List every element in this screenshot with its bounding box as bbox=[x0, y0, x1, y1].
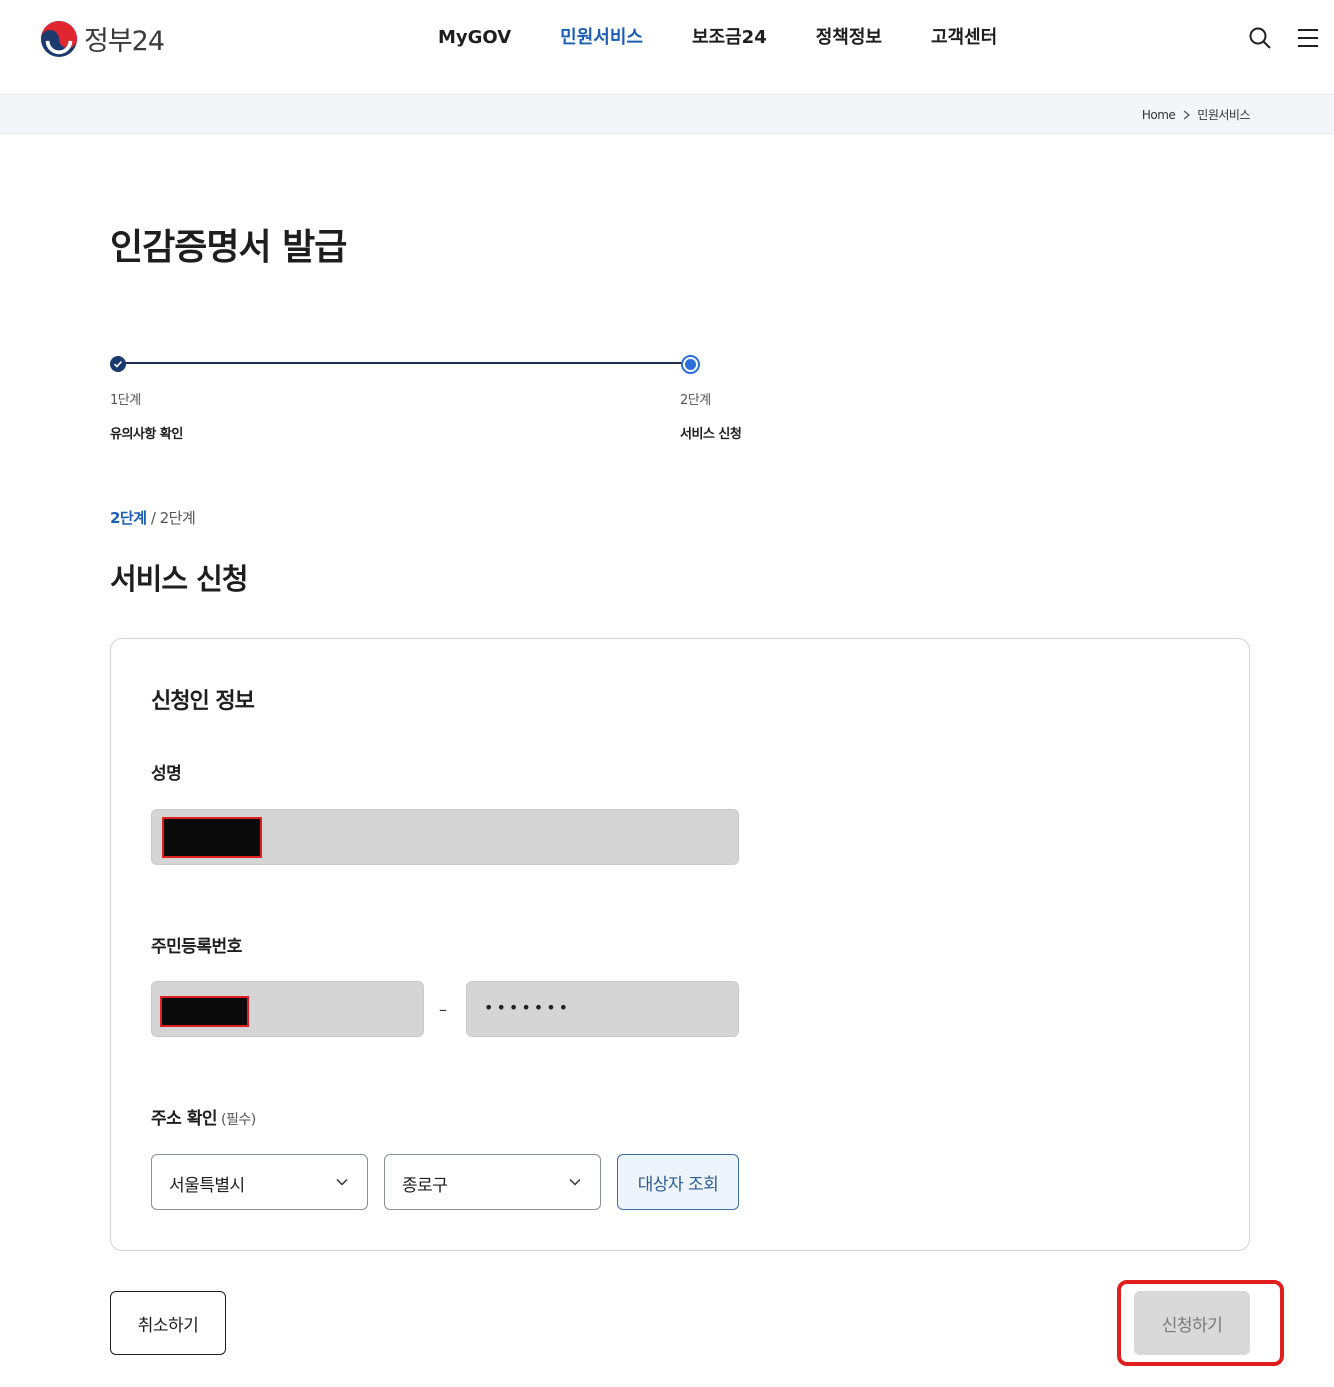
logo-text: 정부24 bbox=[84, 26, 165, 57]
stepper-line bbox=[118, 362, 690, 364]
page-title: 인감증명서 발급 bbox=[110, 227, 347, 268]
card-title: 신청인 정보 bbox=[151, 689, 255, 714]
step-1-check-icon bbox=[110, 356, 126, 372]
breadcrumb-current[interactable]: 민원서비스 bbox=[1197, 106, 1250, 123]
chevron-down-icon bbox=[336, 1178, 348, 1186]
nav-item-subsidy[interactable]: 보조금24 bbox=[692, 26, 767, 50]
address-label: 주소 확인 (필수) bbox=[151, 1104, 256, 1129]
address-label-text: 주소 확인 bbox=[151, 1109, 217, 1129]
breadcrumb-bar: Home 민원서비스 bbox=[0, 94, 1334, 134]
step-indicator-current: 2단계 bbox=[110, 509, 147, 527]
lookup-target-button[interactable]: 대상자 조회 bbox=[617, 1154, 739, 1210]
logo[interactable]: 정부24 bbox=[40, 19, 165, 58]
required-marker: (필수) bbox=[220, 1112, 256, 1128]
search-icon[interactable] bbox=[1248, 26, 1272, 50]
breadcrumb: Home 민원서비스 bbox=[1142, 106, 1251, 123]
site-header: 정부24 MyGOV 민원서비스 보조금24 정책정보 고객센터 bbox=[0, 0, 1334, 94]
step-1-name: 유의사항 확인 bbox=[110, 427, 183, 442]
breadcrumb-home[interactable]: Home bbox=[1142, 108, 1176, 122]
step-2-current-icon bbox=[681, 355, 700, 374]
city-select[interactable]: 서울특별시 bbox=[151, 1154, 368, 1210]
rrn-label: 주민등록번호 bbox=[151, 937, 242, 957]
nav-item-civil-service[interactable]: 민원서비스 bbox=[560, 26, 643, 50]
rrn-dash: – bbox=[439, 1000, 447, 1019]
step-2-number: 2단계 bbox=[680, 393, 711, 408]
city-select-value: 서울특별시 bbox=[169, 1176, 245, 1196]
chevron-down-icon bbox=[569, 1178, 581, 1186]
nav-item-mygov[interactable]: MyGOV bbox=[438, 26, 511, 50]
district-select-value: 종로구 bbox=[402, 1176, 448, 1196]
rrn-back-masked-value: ••••••• bbox=[484, 998, 572, 1017]
step-1-number: 1단계 bbox=[110, 393, 141, 408]
redacted-name bbox=[162, 817, 262, 858]
step-2-name: 서비스 신청 bbox=[680, 427, 742, 442]
redacted-rrn-front bbox=[160, 996, 249, 1027]
name-label: 성명 bbox=[151, 764, 182, 784]
hamburger-menu-icon[interactable] bbox=[1296, 26, 1320, 50]
chevron-right-icon bbox=[1183, 109, 1191, 120]
step-indicator: 2단계 / 2단계 bbox=[110, 507, 196, 528]
main-nav: MyGOV 민원서비스 보조금24 정책정보 고객센터 bbox=[438, 26, 1046, 50]
section-title: 서비스 신청 bbox=[110, 562, 248, 596]
step-indicator-total: 2단계 bbox=[159, 509, 196, 527]
nav-item-customer-center[interactable]: 고객센터 bbox=[931, 26, 997, 50]
nav-item-policy[interactable]: 정책정보 bbox=[816, 26, 882, 50]
district-select[interactable]: 종로구 bbox=[384, 1154, 601, 1210]
taegeuk-logo-icon bbox=[40, 20, 78, 57]
step-indicator-separator: / bbox=[146, 509, 160, 527]
cancel-button[interactable]: 취소하기 bbox=[110, 1291, 226, 1355]
submit-button[interactable]: 신청하기 bbox=[1134, 1291, 1250, 1355]
